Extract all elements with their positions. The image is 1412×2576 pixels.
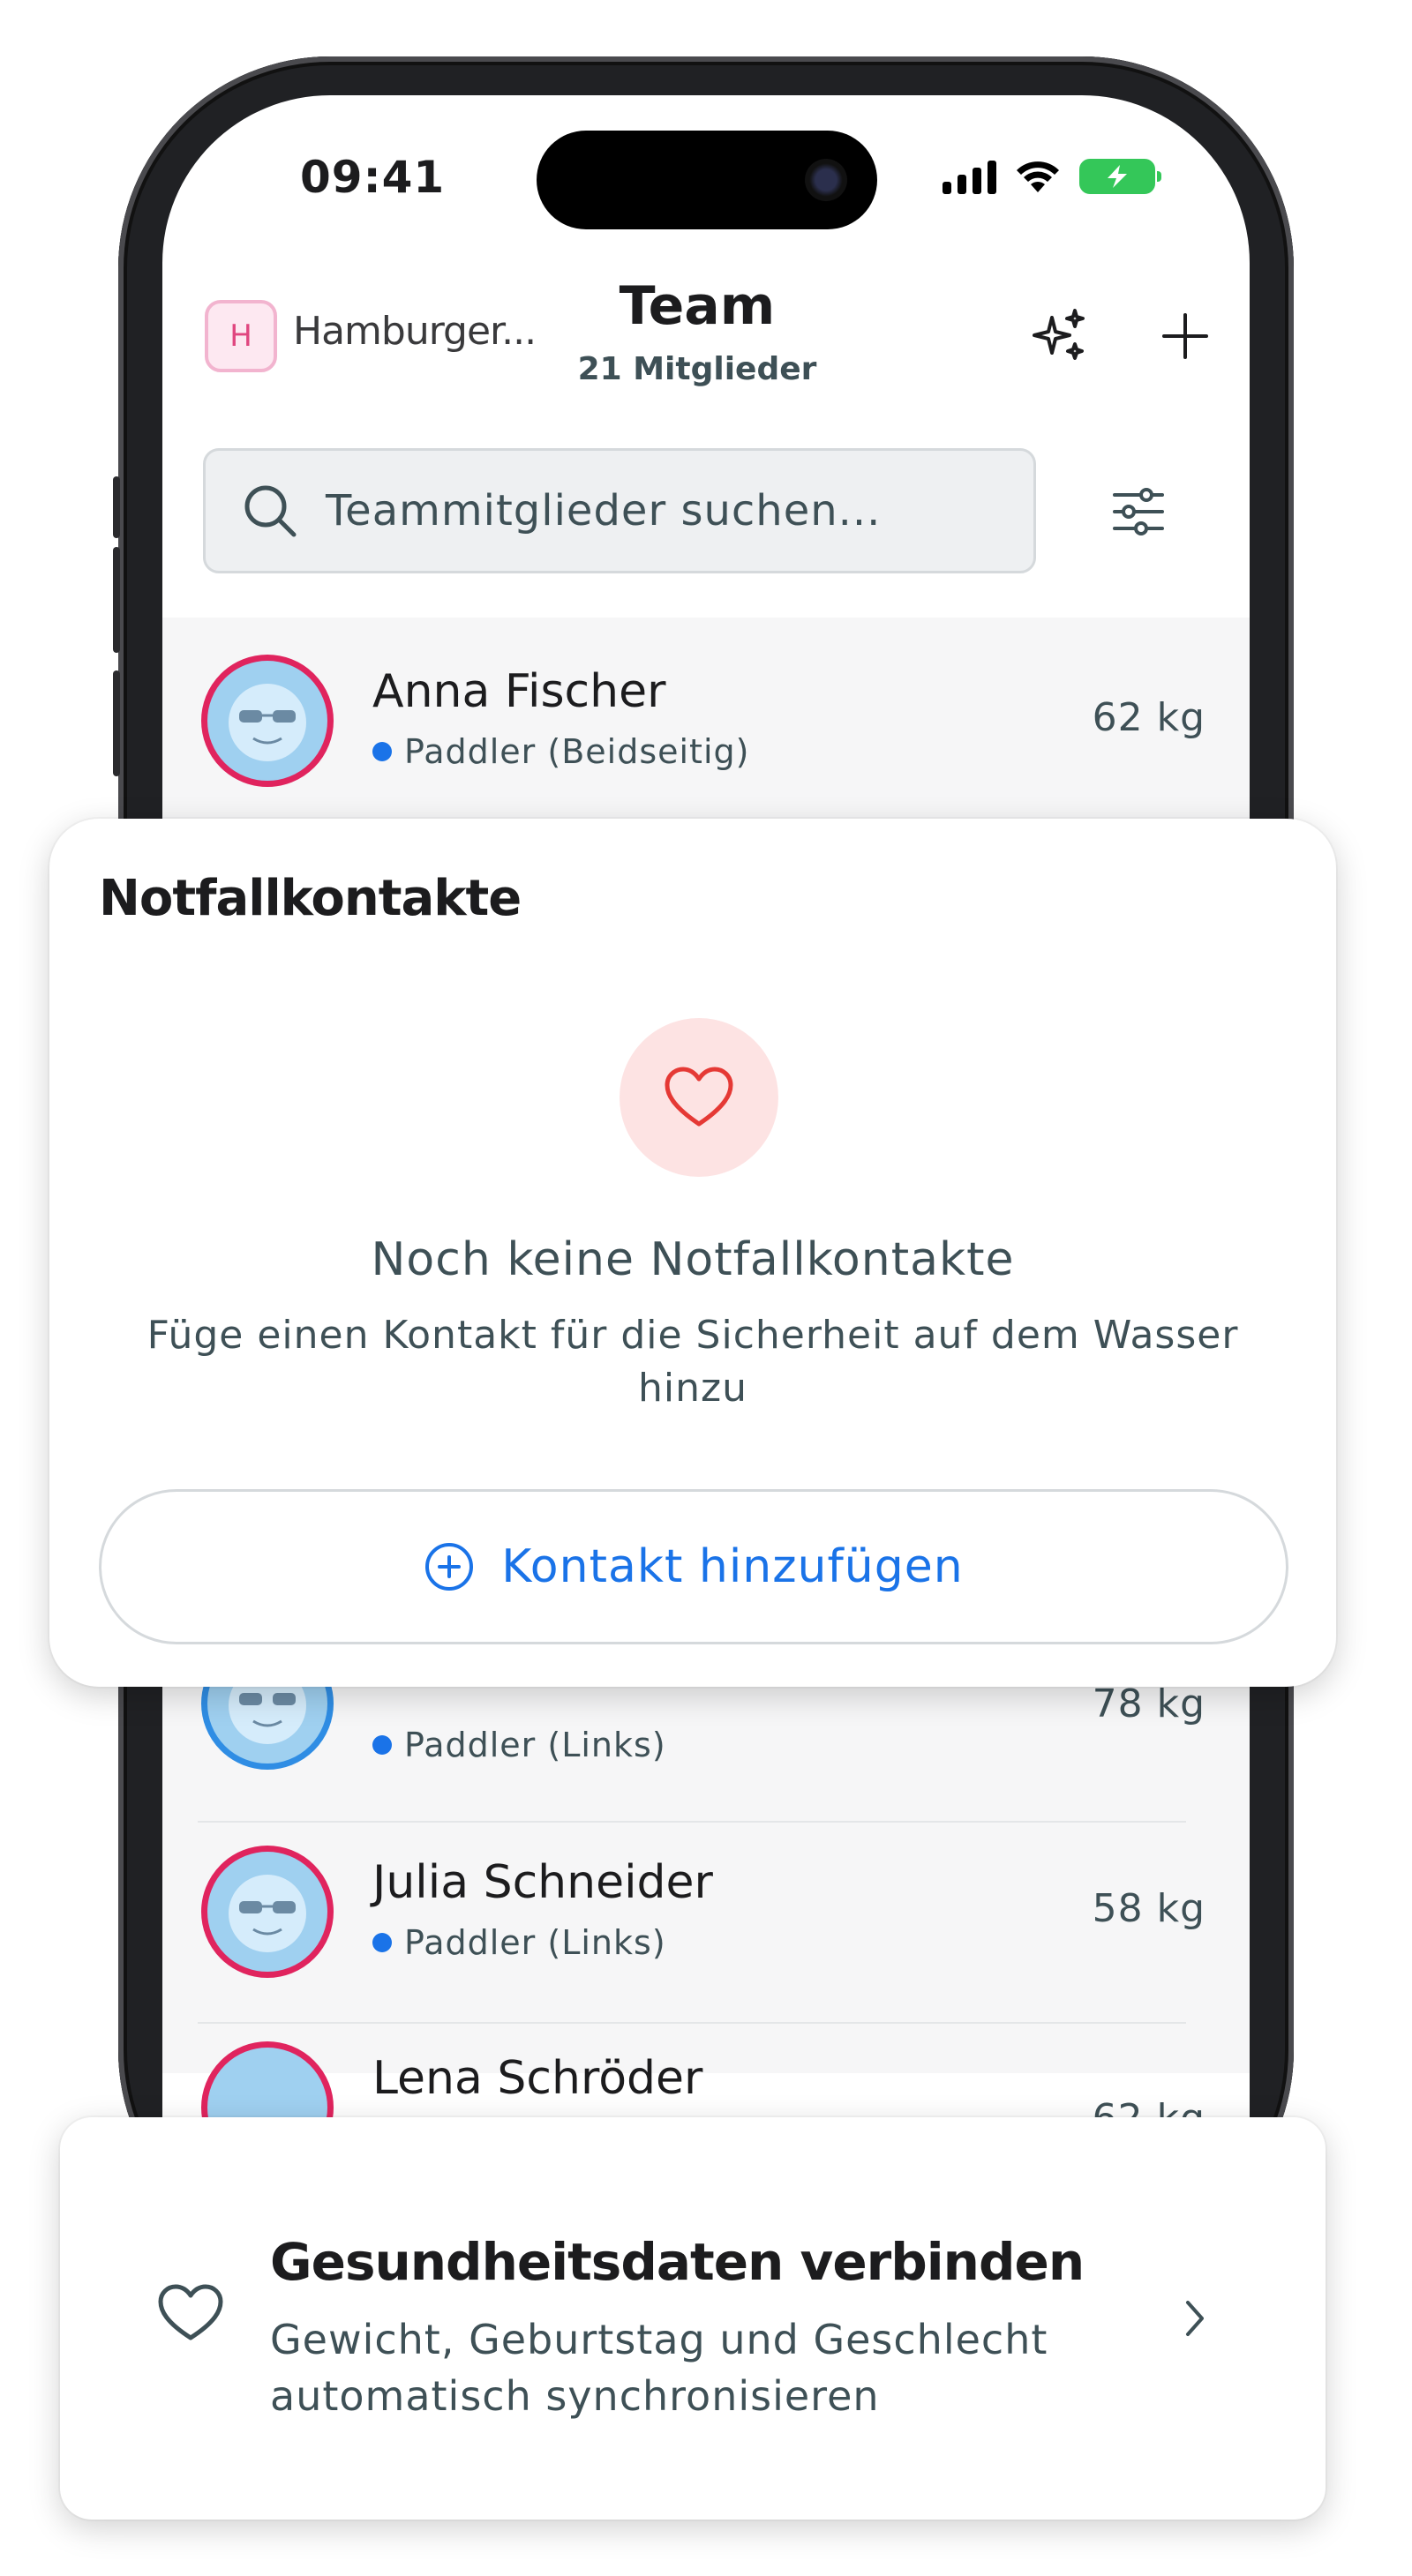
role-dot xyxy=(372,742,392,761)
search-input[interactable]: Teammitglieder suchen... xyxy=(203,448,1036,573)
member-name: Julia Schneider xyxy=(372,1856,713,1909)
member-role-label: Paddler (Links) xyxy=(404,1726,666,1764)
health-card-subtitle: Gewicht, Geburtstag und Geschlecht autom… xyxy=(270,2316,1048,2420)
member-row[interactable]: Julia Schneider Paddler (Links) 58 kg xyxy=(162,1824,1250,2018)
search-icon xyxy=(244,485,297,537)
add-contact-button[interactable]: Kontakt hinzufügen xyxy=(99,1489,1288,1644)
health-data-card[interactable]: Gesundheitsdaten verbinden Gewicht, Gebu… xyxy=(60,2117,1326,2520)
member-role-label: Paddler (Beidseitig) xyxy=(404,732,750,771)
avatar xyxy=(201,1846,334,1978)
sparkles-icon xyxy=(1033,309,1085,360)
phone-side-button-volume-up xyxy=(113,547,120,653)
role-dot xyxy=(372,1735,392,1755)
page-title: Team xyxy=(619,275,776,337)
heart-badge xyxy=(620,1018,778,1177)
add-contact-label: Kontakt hinzufügen xyxy=(501,1540,964,1593)
member-row[interactable]: Anna Fischer Paddler (Beidseitig) 62 kg xyxy=(162,633,1250,827)
emergency-contacts-card: Notfallkontakte Noch keine Notfallkontak… xyxy=(49,819,1336,1687)
battery-charging-icon xyxy=(1079,159,1161,194)
mascot-avatar-icon xyxy=(229,1875,306,1952)
chevron-right-icon xyxy=(1186,2301,1204,2336)
member-name: Anna Fischer xyxy=(372,665,666,718)
health-card-title: Gesundheitsdaten verbinden xyxy=(270,2232,1085,2292)
member-weight: 62 kg xyxy=(1092,695,1205,740)
sliders-icon xyxy=(1113,488,1164,535)
phone-side-button-silent xyxy=(113,476,120,538)
status-icons xyxy=(943,159,1161,194)
cellular-signal-icon xyxy=(943,159,996,194)
filter-button[interactable] xyxy=(1103,476,1174,547)
empty-state-title: Noch keine Notfallkontakte xyxy=(371,1233,1015,1286)
member-role-label: Paddler (Links) xyxy=(404,1923,666,1962)
phone-side-button-volume-down xyxy=(113,670,120,776)
add-member-button[interactable] xyxy=(1149,300,1221,372)
status-time: 09:41 xyxy=(300,152,446,203)
search-placeholder: Teammitglieder suchen... xyxy=(326,486,882,535)
member-role: Paddler (Beidseitig) xyxy=(372,732,749,771)
role-dot xyxy=(372,1933,392,1952)
member-name: Lena Schröder xyxy=(372,2052,703,2105)
avatar xyxy=(201,655,334,787)
member-weight: 58 kg xyxy=(1092,1886,1205,1931)
ai-sparkles-button[interactable] xyxy=(1024,300,1096,372)
heart-outline-icon xyxy=(158,2284,223,2340)
member-weight: 78 kg xyxy=(1092,1681,1205,1726)
heart-icon xyxy=(665,1067,733,1127)
team-switcher-badge[interactable]: H xyxy=(205,300,277,372)
member-role: Paddler (Links) xyxy=(372,1726,666,1764)
card-title: Notfallkontakte xyxy=(99,870,522,927)
mascot-avatar-icon xyxy=(229,684,306,761)
list-divider xyxy=(198,1821,1186,1823)
wifi-icon xyxy=(1017,161,1059,192)
team-switcher-name[interactable]: Hamburger... xyxy=(293,309,537,354)
plus-circle-icon xyxy=(425,1543,474,1591)
plus-icon xyxy=(1162,313,1208,359)
front-camera xyxy=(805,159,847,201)
member-role: Paddler (Links) xyxy=(372,1923,666,1962)
dynamic-island xyxy=(537,131,877,229)
empty-state-subtitle: Füge einen Kontakt für die Sicherheit au… xyxy=(146,1313,1239,1411)
member-count: 21 Mitglieder xyxy=(577,351,817,387)
